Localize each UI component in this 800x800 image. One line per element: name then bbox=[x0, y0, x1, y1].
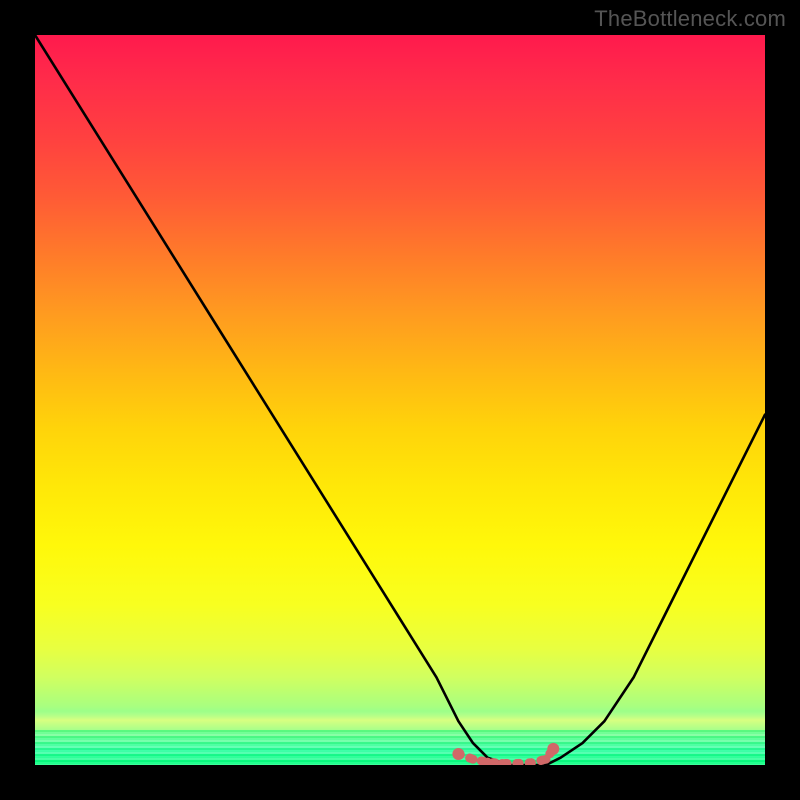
bottleneck-curve-line bbox=[35, 35, 765, 765]
watermark-text: TheBottleneck.com bbox=[594, 6, 786, 32]
curve-marker bbox=[547, 743, 559, 755]
curve-marker bbox=[452, 748, 464, 760]
curve-marker bbox=[542, 755, 551, 764]
chart-area bbox=[35, 35, 765, 765]
chart-svg bbox=[35, 35, 765, 765]
curve-markers bbox=[452, 743, 559, 765]
curve-marker bbox=[469, 755, 478, 764]
